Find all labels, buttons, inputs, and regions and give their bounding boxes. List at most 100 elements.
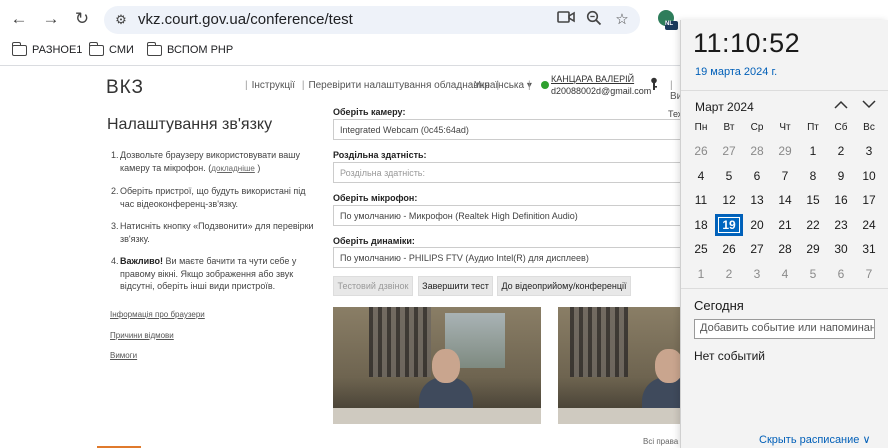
calendar-day[interactable]: 1 xyxy=(687,263,715,285)
weekday-label: Вт xyxy=(723,122,735,133)
calendar-day[interactable]: 8 xyxy=(799,165,827,187)
calendar-day[interactable]: 26 xyxy=(715,238,743,260)
camera-label: Оберіть камеру: xyxy=(333,107,406,117)
calendar-day[interactable]: 24 xyxy=(855,214,883,236)
test-call-button[interactable]: Тестовий дзвінок xyxy=(333,276,413,296)
calendar-day[interactable]: 30 xyxy=(827,238,855,260)
more-info-link[interactable]: докладніше xyxy=(211,164,255,173)
chevron-up-icon[interactable] xyxy=(832,96,850,114)
resolution-select[interactable]: Роздільна здатність: xyxy=(333,162,680,183)
calendar-day[interactable]: 16 xyxy=(827,189,855,211)
calendar-day[interactable]: 3 xyxy=(743,263,771,285)
calendar-day[interactable]: 20 xyxy=(743,214,771,236)
page-content: ВКЗ | Інструкції | Перевірити налаштування… xyxy=(0,67,680,448)
calendar-day[interactable]: 2 xyxy=(715,263,743,285)
nav-extra[interactable]: |Ви xyxy=(670,80,680,102)
to-conference-button[interactable]: До відеоприйому/конференції xyxy=(497,276,631,296)
calendar-day[interactable]: 27 xyxy=(715,140,743,162)
url-text[interactable]: vkz.court.gov.ua/conference/test xyxy=(138,11,353,28)
speakers-select[interactable]: По умолчанию - PHILIPS FTV (Аудио Intel(… xyxy=(333,247,680,268)
calendar-day[interactable]: 28 xyxy=(771,238,799,260)
calendar-day[interactable]: 5 xyxy=(799,263,827,285)
back-arrow-icon[interactable]: ← xyxy=(8,8,30,30)
bookmark-label: ВСПОМ РНР xyxy=(167,44,234,56)
profile-avatar-icon[interactable]: NL xyxy=(656,9,678,30)
calendar-day[interactable]: 29 xyxy=(771,140,799,162)
end-test-button[interactable]: Завершити тест xyxy=(418,276,493,296)
user-name[interactable]: КАНЦАРА ВАЛЕРІЙ xyxy=(551,74,634,84)
calendar-day[interactable]: 14 xyxy=(771,189,799,211)
site-settings-icon[interactable]: ⚙ xyxy=(112,11,130,29)
background-curtain xyxy=(570,307,628,377)
hide-schedule-link[interactable]: Скрыть расписание ∨ xyxy=(759,433,871,446)
step-item: 2. Оберіть пристрої, що будуть використа… xyxy=(111,186,306,209)
calendar-day-today[interactable]: 19 xyxy=(715,214,743,236)
calendar-day[interactable]: 21 xyxy=(771,214,799,236)
address-bar[interactable]: ⚙ vkz.court.gov.ua/conference/test ☆ xyxy=(104,6,640,34)
calendar-day[interactable]: 29 xyxy=(799,238,827,260)
mic-select[interactable]: По умолчанию - Микрофон (Realtek High De… xyxy=(333,205,680,226)
add-event-input[interactable]: Добавить событие или напоминание xyxy=(694,319,875,339)
tech-link[interactable]: Тех xyxy=(668,109,680,119)
calendar-day[interactable]: 1 xyxy=(799,140,827,162)
flyout-divider xyxy=(681,288,888,289)
bookmark-folder-1[interactable]: РАЗНОЕ1 xyxy=(11,41,82,56)
calendar-day[interactable]: 27 xyxy=(743,238,771,260)
calendar-day[interactable]: 25 xyxy=(687,238,715,260)
calendar-day[interactable]: 10 xyxy=(855,165,883,187)
calendar-day[interactable]: 23 xyxy=(827,214,855,236)
calendar-day[interactable]: 18 xyxy=(687,214,715,236)
bookmark-star-icon[interactable]: ☆ xyxy=(612,10,632,30)
month-title[interactable]: Март 2024 xyxy=(695,100,754,114)
calendar-day[interactable]: 31 xyxy=(855,238,883,260)
camera-select[interactable]: Integrated Webcam (0c45:64ad) xyxy=(333,119,680,140)
step-item: 4. Важливо! Ви маєте бачити та чути себе… xyxy=(111,256,297,291)
remote-video xyxy=(558,307,680,424)
step-item: 1. Дозвольте браузеру використовувати ва… xyxy=(111,150,301,173)
profile-badge: NL xyxy=(665,21,673,27)
calendar-day[interactable]: 15 xyxy=(799,189,827,211)
calendar-day[interactable]: 3 xyxy=(855,140,883,162)
zoom-icon[interactable] xyxy=(584,10,604,30)
calendar-day[interactable]: 7 xyxy=(771,165,799,187)
bookmark-folder-2[interactable]: СМИ xyxy=(88,41,134,56)
calendar-day[interactable]: 11 xyxy=(687,189,715,211)
calendar-flyout: 11:10:52 19 марта 2024 г. Март 2024 Пн Вт… xyxy=(680,20,888,448)
forward-arrow-icon[interactable]: → xyxy=(40,8,62,30)
reload-icon[interactable]: ↻ xyxy=(71,8,93,30)
full-date-link[interactable]: 19 марта 2024 г. xyxy=(695,66,777,78)
calendar-day[interactable]: 12 xyxy=(715,189,743,211)
calendar-day[interactable]: 9 xyxy=(827,165,855,187)
clock-time: 11:10:52 xyxy=(693,28,801,58)
camera-in-use-icon[interactable] xyxy=(556,10,576,30)
calendar-day[interactable]: 4 xyxy=(771,263,799,285)
calendar-day[interactable]: 17 xyxy=(855,189,883,211)
calendar-day[interactable]: 28 xyxy=(743,140,771,162)
calendar-day[interactable]: 7 xyxy=(855,263,883,285)
weekday-label: Сб xyxy=(834,122,848,133)
no-events-text: Нет событий xyxy=(694,349,765,363)
bookmark-folder-3[interactable]: ВСПОМ РНР xyxy=(146,41,234,56)
page-title: Налаштування зв'язку xyxy=(107,116,273,133)
calendar-day[interactable]: 13 xyxy=(743,189,771,211)
footer-copyright: Всі права з xyxy=(643,437,680,446)
speakers-label: Оберіть динаміки: xyxy=(333,236,415,246)
language-select[interactable]: Українська ▾ xyxy=(474,80,532,91)
site-logo[interactable]: ВКЗ xyxy=(106,77,144,99)
chevron-down-icon[interactable] xyxy=(860,96,878,114)
weekday-label: Пн xyxy=(694,122,708,133)
nav-check-settings[interactable]: Перевірити налаштування обладнання xyxy=(308,80,489,91)
nav-instructions[interactable]: Інструкції xyxy=(252,80,295,91)
user-email: d20088002d@gmail.com xyxy=(551,86,652,96)
calendar-day[interactable]: 26 xyxy=(687,140,715,162)
refusal-reasons-link[interactable]: Причини відмови xyxy=(110,331,174,340)
calendar-day[interactable]: 4 xyxy=(687,165,715,187)
calendar-day[interactable]: 6 xyxy=(743,165,771,187)
requirements-link[interactable]: Вимоги xyxy=(110,351,137,360)
calendar-day[interactable]: 22 xyxy=(799,214,827,236)
key-icon[interactable] xyxy=(650,77,658,94)
browser-info-link[interactable]: Інформація про браузери xyxy=(110,310,205,319)
calendar-day[interactable]: 2 xyxy=(827,140,855,162)
calendar-day[interactable]: 5 xyxy=(715,165,743,187)
calendar-day[interactable]: 6 xyxy=(827,263,855,285)
